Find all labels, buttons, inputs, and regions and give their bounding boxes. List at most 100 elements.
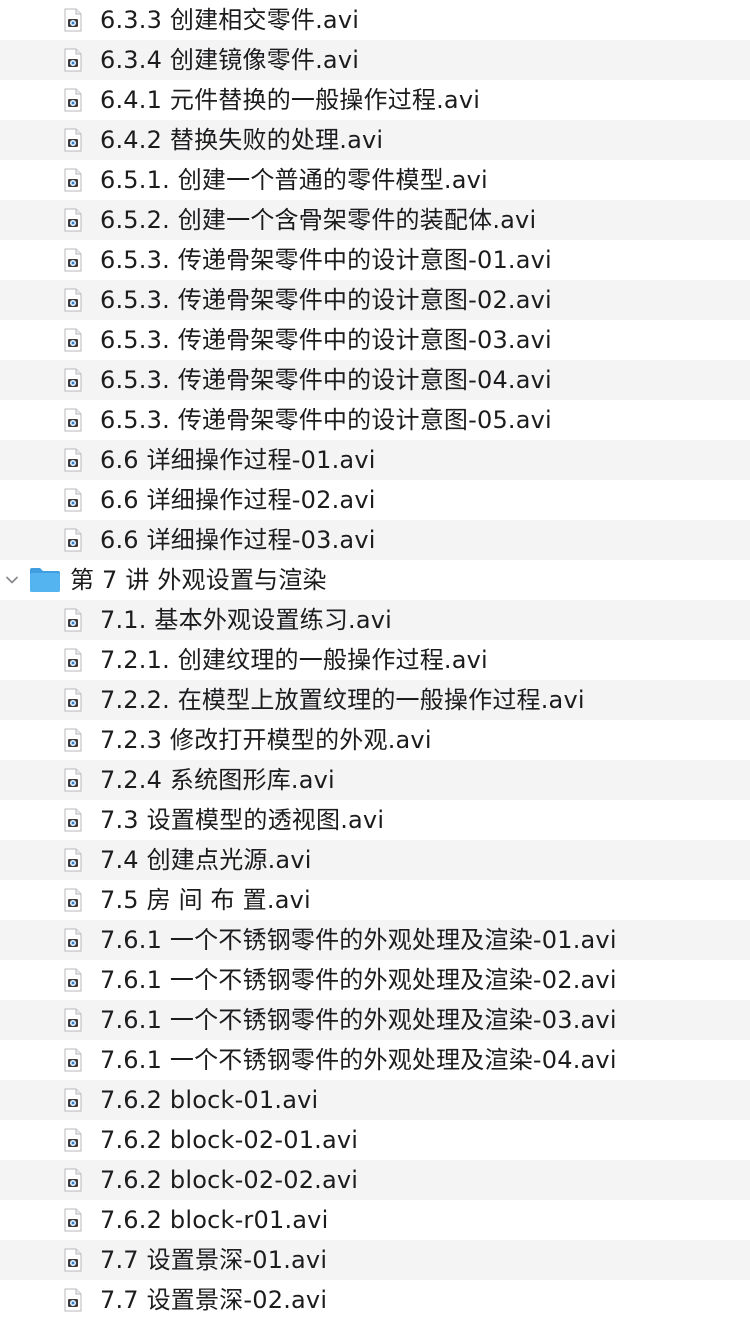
file-row[interactable]: 6.4.2 替换失败的处理.avi [0, 120, 750, 160]
file-name: 6.5.3. 传递骨架零件中的设计意图-04.avi [100, 366, 552, 394]
file-row[interactable]: 7.6.1 一个不锈钢零件的外观处理及渲染-01.avi [0, 920, 750, 960]
video-file-icon [64, 328, 82, 352]
video-file-icon [64, 648, 82, 672]
file-name: 7.7 设置景深-01.avi [100, 1246, 328, 1274]
video-file-icon [64, 168, 82, 192]
file-row[interactable]: 7.6.2 block-01.avi [0, 1080, 750, 1120]
file-row[interactable]: 6.6 详细操作过程-01.avi [0, 440, 750, 480]
file-row[interactable]: 6.6 详细操作过程-03.avi [0, 520, 750, 560]
video-file-icon [64, 1248, 82, 1272]
video-file-icon [64, 1128, 82, 1152]
file-row[interactable]: 6.3.4 创建镜像零件.avi [0, 40, 750, 80]
file-name: 7.6.2 block-01.avi [100, 1086, 319, 1114]
video-file-icon [64, 528, 82, 552]
file-name: 7.6.1 一个不锈钢零件的外观处理及渲染-04.avi [100, 1046, 617, 1074]
file-name: 6.3.3 创建相交零件.avi [100, 6, 360, 34]
file-name: 7.3 设置模型的透视图.avi [100, 806, 385, 834]
video-file-icon [64, 48, 82, 72]
file-name: 7.2.4 系统图形库.avi [100, 766, 335, 794]
file-name: 7.7 设置景深-02.avi [100, 1286, 328, 1314]
video-file-icon [64, 848, 82, 872]
file-name: 6.5.2. 创建一个含骨架零件的装配体.avi [100, 206, 537, 234]
file-list: 6.3.3 创建相交零件.avi 6.3.4 创建镜像零件.avi 6.4.1 元件… [0, 0, 750, 1320]
file-row[interactable]: 6.5.1. 创建一个普通的零件模型.avi [0, 160, 750, 200]
file-name: 6.5.3. 传递骨架零件中的设计意图-03.avi [100, 326, 552, 354]
file-name: 7.6.2 block-02-01.avi [100, 1126, 359, 1154]
file-row[interactable]: 7.2.3 修改打开模型的外观.avi [0, 720, 750, 760]
file-name: 6.6 详细操作过程-01.avi [100, 446, 376, 474]
file-row[interactable]: 7.6.1 一个不锈钢零件的外观处理及渲染-04.avi [0, 1040, 750, 1080]
file-name: 7.6.1 一个不锈钢零件的外观处理及渲染-03.avi [100, 1006, 617, 1034]
file-row[interactable]: 7.2.2. 在模型上放置纹理的一般操作过程.avi [0, 680, 750, 720]
folder-name: 第 7 讲 外观设置与渲染 [70, 566, 327, 594]
file-name: 6.5.3. 传递骨架零件中的设计意图-01.avi [100, 246, 552, 274]
video-file-icon [64, 208, 82, 232]
video-file-icon [64, 728, 82, 752]
file-name: 7.5 房 间 布 置.avi [100, 886, 311, 914]
video-file-icon [64, 928, 82, 952]
video-file-icon [64, 488, 82, 512]
file-name: 7.6.1 一个不锈钢零件的外观处理及渲染-01.avi [100, 926, 617, 954]
video-file-icon [64, 128, 82, 152]
file-row[interactable]: 7.6.2 block-02-01.avi [0, 1120, 750, 1160]
video-file-icon [64, 888, 82, 912]
video-file-icon [64, 88, 82, 112]
video-file-icon [64, 1288, 82, 1312]
video-file-icon [64, 608, 82, 632]
video-file-icon [64, 1088, 82, 1112]
file-row[interactable]: 7.1. 基本外观设置练习.avi [0, 600, 750, 640]
file-name: 6.5.3. 传递骨架零件中的设计意图-02.avi [100, 286, 552, 314]
file-row[interactable]: 6.6 详细操作过程-02.avi [0, 480, 750, 520]
file-row[interactable]: 6.5.2. 创建一个含骨架零件的装配体.avi [0, 200, 750, 240]
file-name: 7.2.1. 创建纹理的一般操作过程.avi [100, 646, 488, 674]
file-row[interactable]: 7.2.4 系统图形库.avi [0, 760, 750, 800]
video-file-icon [64, 1008, 82, 1032]
folder-icon [30, 568, 60, 592]
file-row[interactable]: 6.5.3. 传递骨架零件中的设计意图-01.avi [0, 240, 750, 280]
file-row[interactable]: 6.3.3 创建相交零件.avi [0, 0, 750, 40]
file-name: 6.5.1. 创建一个普通的零件模型.avi [100, 166, 488, 194]
file-name: 7.6.2 block-r01.avi [100, 1206, 329, 1234]
file-row[interactable]: 7.5 房 间 布 置.avi [0, 880, 750, 920]
file-name: 6.5.3. 传递骨架零件中的设计意图-05.avi [100, 406, 552, 434]
file-row[interactable]: 7.6.2 block-r01.avi [0, 1200, 750, 1240]
video-file-icon [64, 1208, 82, 1232]
file-name: 6.6 详细操作过程-02.avi [100, 486, 376, 514]
file-row[interactable]: 7.6.1 一个不锈钢零件的外观处理及渲染-02.avi [0, 960, 750, 1000]
file-row[interactable]: 6.5.3. 传递骨架零件中的设计意图-04.avi [0, 360, 750, 400]
file-name: 7.6.1 一个不锈钢零件的外观处理及渲染-02.avi [100, 966, 617, 994]
file-name: 7.1. 基本外观设置练习.avi [100, 606, 393, 634]
file-name: 7.2.2. 在模型上放置纹理的一般操作过程.avi [100, 686, 585, 714]
video-file-icon [64, 1048, 82, 1072]
file-row[interactable]: 7.7 设置景深-02.avi [0, 1280, 750, 1320]
file-row[interactable]: 7.6.1 一个不锈钢零件的外观处理及渲染-03.avi [0, 1000, 750, 1040]
file-row[interactable]: 6.4.1 元件替换的一般操作过程.avi [0, 80, 750, 120]
file-row[interactable]: 7.4 创建点光源.avi [0, 840, 750, 880]
video-file-icon [64, 288, 82, 312]
file-name: 7.2.3 修改打开模型的外观.avi [100, 726, 432, 754]
folder-row[interactable]: 第 7 讲 外观设置与渲染 [0, 560, 750, 600]
file-row[interactable]: 6.5.3. 传递骨架零件中的设计意图-03.avi [0, 320, 750, 360]
video-file-icon [64, 248, 82, 272]
file-name: 7.6.2 block-02-02.avi [100, 1166, 359, 1194]
file-row[interactable]: 7.6.2 block-02-02.avi [0, 1160, 750, 1200]
file-row[interactable]: 7.3 设置模型的透视图.avi [0, 800, 750, 840]
video-file-icon [64, 8, 82, 32]
video-file-icon [64, 808, 82, 832]
file-row[interactable]: 7.2.1. 创建纹理的一般操作过程.avi [0, 640, 750, 680]
file-name: 6.6 详细操作过程-03.avi [100, 526, 376, 554]
file-name: 6.3.4 创建镜像零件.avi [100, 46, 360, 74]
video-file-icon [64, 768, 82, 792]
video-file-icon [64, 368, 82, 392]
file-row[interactable]: 7.7 设置景深-01.avi [0, 1240, 750, 1280]
file-row[interactable]: 6.5.3. 传递骨架零件中的设计意图-05.avi [0, 400, 750, 440]
video-file-icon [64, 1168, 82, 1192]
video-file-icon [64, 688, 82, 712]
file-name: 7.4 创建点光源.avi [100, 846, 312, 874]
video-file-icon [64, 408, 82, 432]
file-name: 6.4.2 替换失败的处理.avi [100, 126, 384, 154]
file-row[interactable]: 6.5.3. 传递骨架零件中的设计意图-02.avi [0, 280, 750, 320]
video-file-icon [64, 448, 82, 472]
video-file-icon [64, 968, 82, 992]
chevron-down-icon[interactable] [4, 572, 20, 588]
